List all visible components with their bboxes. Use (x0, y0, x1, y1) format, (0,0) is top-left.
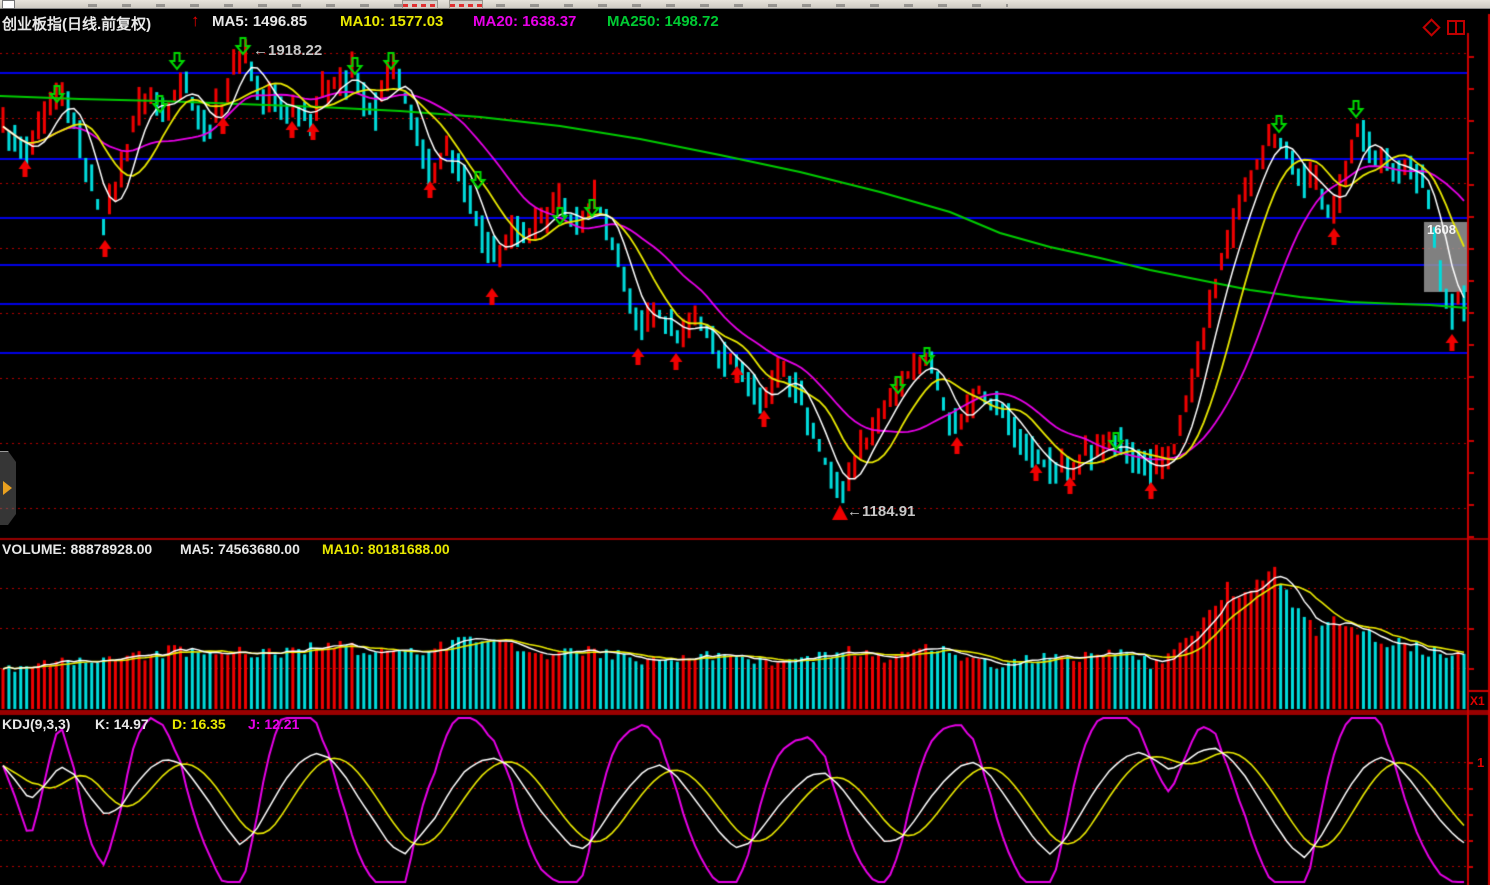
volume-value: VOLUME: 88878928.00 (2, 541, 152, 557)
ma5-value: MA5: 1496.85 (212, 13, 307, 30)
expand-arrow-icon (3, 481, 12, 495)
last-price-label: 1608 (1427, 222, 1456, 237)
kdj-k-value: K: 14.97 (95, 716, 149, 732)
split-window-icon[interactable] (1447, 20, 1465, 35)
chart-canvas[interactable] (0, 0, 1490, 885)
toolbar-quote-box-2 (449, 0, 483, 9)
top-toolbar-strip[interactable] (0, 0, 1490, 9)
ma20-value: MA20: 1638.37 (473, 13, 576, 30)
kdj-j-value: J: 12.21 (248, 716, 299, 732)
volume-ma10-value: MA10: 80181688.00 (322, 541, 450, 557)
x-scale-label[interactable]: X1 (1470, 694, 1485, 708)
symbol-title: 创业板指(日线.前复权) (2, 13, 151, 34)
trading-app-window: 创业板指(日线.前复权) ↑ MA5: 1496.85 MA10: 1577.0… (0, 0, 1490, 885)
high-price-annotation: ←1918.22 (253, 42, 322, 59)
up-arrow-icon: ↑ (191, 11, 200, 31)
toolbar-swatch (2, 0, 15, 9)
kdj-d-value: D: 16.35 (172, 716, 226, 732)
kdj-title: KDJ(9,3,3) (2, 716, 70, 732)
low-price-annotation: ←1184.91 (847, 503, 915, 520)
sidebar-expand-handle[interactable] (0, 451, 17, 527)
ma250-value: MA250: 1498.72 (607, 13, 719, 30)
volume-ma5-value: MA5: 74563680.00 (180, 541, 300, 557)
ma10-value: MA10: 1577.03 (340, 13, 443, 30)
toolbar-quote-box-1 (402, 0, 438, 9)
toolbar-clipped-text (88, 4, 1008, 7)
kdj-axis-label: 1 (1477, 755, 1484, 770)
